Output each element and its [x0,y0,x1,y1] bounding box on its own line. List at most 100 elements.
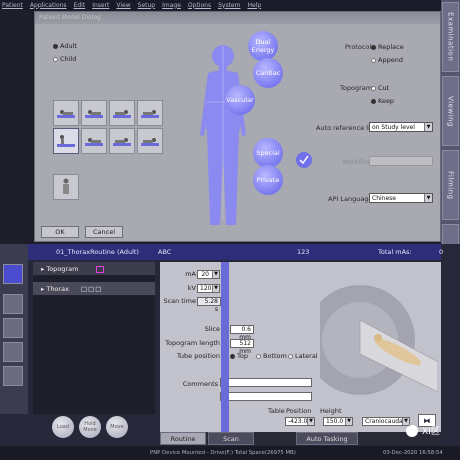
tab-scan[interactable]: Scan [208,432,254,445]
special-button[interactable]: Special [253,138,283,168]
patient-headfirst-prone-icon [57,135,75,147]
body-model-figure[interactable] [198,40,248,230]
menu-applications[interactable]: Applications [30,2,67,9]
routine-parameters-panel: mA 20 ▼ kV 120 ▼ Scan time 5.28 s Slice 0.… [160,262,441,432]
workflow-select [369,156,433,166]
workflow-label: Workflow [342,158,372,166]
patient-position-tile-selected[interactable] [53,128,79,154]
left-toolbar [0,244,28,414]
protocol-count: 123 [297,248,310,256]
cancel-button[interactable]: Cancel [85,226,123,238]
hold-move-button[interactable]: Hold Move [79,416,101,438]
kv-field[interactable]: 120 ▼ [197,284,220,293]
radio-dot [371,98,376,104]
patient-position-tile[interactable] [81,128,107,154]
api-language-select[interactable]: Chinese ▼ [369,193,433,203]
scan-list-item-thorax[interactable]: ▸ Thorax □□□ [33,282,155,296]
menu-edit[interactable]: Edit [74,2,86,9]
auto-reference-lines-select[interactable]: on Study level ▼ [369,122,433,132]
radio-dot [53,43,58,49]
topogram-label: Topogram [340,84,373,92]
adult-radio[interactable]: Adult [53,42,77,50]
menu-setup[interactable]: Setup [138,2,155,9]
topogram-cut-radio[interactable]: Cut [371,84,389,92]
radio-dot [371,57,376,63]
cardiac-button[interactable]: Cardiac [253,58,283,88]
tab-viewing[interactable]: Viewing [442,76,459,146]
api-language-label: API Language [328,195,373,203]
protocol-name: 01_ThoraxRoutine (Adult) [56,248,139,256]
ma-label: mA [185,270,196,278]
menu-patient[interactable]: Patient [2,2,23,9]
comments-field-2[interactable]: ▼ [220,392,312,401]
chevron-down-icon: ▼ [424,123,432,131]
patient-position-tile[interactable] [53,100,79,126]
menu-image[interactable]: Image [162,2,181,9]
tab-filming[interactable]: Filming [442,150,459,220]
ma-field[interactable]: 20 ▼ [197,270,220,279]
range-boxes-icon: □□□ [80,285,103,293]
tool-icon[interactable] [3,318,23,338]
tab-routine[interactable]: Routine [160,432,206,445]
menu-insert[interactable]: Insert [92,2,109,9]
tab-examination[interactable]: Examination [442,2,459,72]
patient-position-tile[interactable] [137,100,163,126]
menu-help[interactable]: Help [247,2,261,9]
direction-select[interactable]: Craniocaudal ▼ [362,417,410,426]
table-height-field[interactable]: 150.0 ▼ [323,417,353,426]
vascular-button[interactable]: Vascular [225,85,255,115]
tube-lateral-radio[interactable]: Lateral [288,352,318,360]
parameter-accent-bar [221,262,229,432]
workflow-check-button[interactable] [296,152,312,168]
child-radio[interactable]: Child [53,55,76,63]
load-button[interactable]: Load [52,416,74,438]
table-position-field[interactable]: -423.0 ▼ [285,417,315,426]
patient-standing-icon [63,178,69,194]
status-bar: PNP Device Mounted - Drive(F:) Total Spa… [0,446,460,460]
patient-position-icon [85,110,103,118]
chevron-down-icon: ▼ [212,285,219,292]
slice-field[interactable]: 0.6 mm [230,325,254,341]
watermark-text: XI区 [422,427,440,437]
patient-position-tile[interactable] [109,100,135,126]
gantry-illustration [320,285,438,395]
menu-options[interactable]: Options [188,2,211,9]
private-button[interactable]: Private [253,165,283,195]
chevron-down-icon: ▼ [212,271,219,278]
patient-position-tile[interactable] [81,100,107,126]
tab-auto-tasking[interactable]: Auto Tasking [296,432,358,445]
tool-icon[interactable] [3,294,23,314]
dual-energy-button[interactable]: Dual Energy [248,31,278,61]
menu-view[interactable]: View [116,2,130,9]
patient-position-tile[interactable] [109,128,135,154]
menu-system[interactable]: System [218,2,240,9]
topogram-length-field[interactable]: 512 mm [230,339,254,355]
tube-top-radio[interactable]: Top [230,352,248,360]
range-marker-icon [96,265,105,273]
patient-position-tile[interactable] [137,128,163,154]
tool-icon[interactable] [3,366,23,386]
checkmark-icon [299,155,309,165]
patient-position-icon [141,110,159,118]
protocol-append-radio[interactable]: Append [371,56,403,64]
total-mas-value: 0 [439,248,444,256]
protocol-replace-radio[interactable]: Replace [371,43,404,51]
scan-tabs: Routine Scan Auto Tasking [160,432,441,445]
dialog-title: Patient Model Dialog [35,12,440,24]
topogram-keep-radio[interactable]: Keep [371,97,394,105]
comments-field-1[interactable]: ▼ [220,378,312,387]
patient-model-icon[interactable] [3,264,23,284]
patient-position-icon [141,138,159,146]
tool-icon[interactable] [3,342,23,362]
patient-standing-tile[interactable] [53,174,79,200]
kv-label: kV [187,284,196,292]
status-message: PNP Device Mounted - Drive(F:) Total Spa… [150,450,296,456]
ok-button[interactable]: OK [41,226,79,238]
radio-dot [371,85,376,91]
patient-headfirst-supine-icon [57,110,75,118]
move-button[interactable]: Move [106,416,128,438]
table-label: Table [268,407,285,415]
scan-list-item-topogram[interactable]: ▸ Topogram [33,262,155,276]
chevron-down-icon: ▼ [307,418,314,425]
tube-bottom-radio[interactable]: Bottom [256,352,287,360]
